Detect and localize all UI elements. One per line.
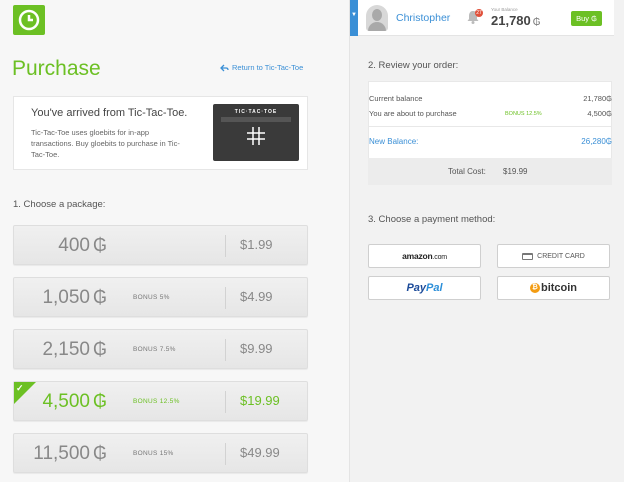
arrived-title: You've arrived from Tic-Tac-Toe. — [31, 107, 188, 119]
gloebit-currency-icon: ₲ — [532, 17, 541, 28]
bitcoin-logo: ₿ bitcoin — [529, 282, 577, 294]
return-link-label: Return to Tic-Tac-Toe — [232, 63, 304, 72]
package-section-label: 1. Choose a package: — [13, 199, 106, 210]
package-option[interactable]: 1,050 ₲ BONUS 5% $4.99 — [13, 277, 308, 317]
notification-badge: 27 — [475, 9, 483, 17]
credit-card-label: CREDIT CARD — [537, 252, 585, 260]
bitcoin-button[interactable]: ₿ bitcoin — [497, 276, 610, 300]
purchase-bonus: BONUS 12.5% — [505, 111, 542, 117]
order-divider — [368, 126, 612, 127]
gloebit-currency-icon: ₲ — [606, 94, 612, 103]
package-bonus: BONUS 5% — [133, 294, 170, 301]
package-option[interactable]: 400 ₲ $1.99 — [13, 225, 308, 265]
username-link[interactable]: Christopher — [396, 12, 450, 24]
gloebit-currency-icon: ₲ — [591, 14, 597, 23]
package-amount: 11,500 ₲ — [33, 443, 107, 464]
gloebit-logo-icon — [18, 9, 40, 31]
package-amount: 4,500 ₲ — [42, 391, 107, 412]
avatar[interactable] — [366, 5, 388, 31]
arrived-description: Tic-Tac-Toe uses gloebits for in-app tra… — [31, 128, 180, 159]
gloebit-currency-icon: ₲ — [92, 287, 107, 307]
current-balance-label: Current balance — [369, 94, 423, 103]
purchase-amount-label: You are about to purchase — [369, 109, 457, 118]
current-balance-value: 21,780₲ — [583, 94, 612, 103]
review-section-label: 2. Review your order: — [368, 60, 459, 71]
gloebit-currency-icon: ₲ — [606, 109, 612, 118]
game-thumbnail-title: TIC·TAC·TOE — [234, 109, 278, 115]
menu-toggle[interactable]: ▼ — [350, 0, 358, 36]
package-amount: 2,150 ₲ — [42, 339, 107, 360]
package-price: $19.99 — [240, 393, 280, 408]
paypal-logo: PayPal — [406, 282, 443, 294]
buy-button[interactable]: Buy ₲ — [571, 11, 602, 26]
balance-label: Your Balance — [491, 7, 518, 12]
balance-value: 21,780 ₲ — [491, 13, 541, 28]
gloebit-currency-icon: ₲ — [92, 339, 107, 359]
package-divider — [225, 235, 226, 257]
package-option[interactable]: 2,150 ₲ BONUS 7.5% $9.99 — [13, 329, 308, 369]
total-cost-value: $19.99 — [503, 167, 528, 176]
package-price: $1.99 — [240, 237, 273, 252]
credit-card-icon — [522, 252, 534, 260]
package-divider — [225, 287, 226, 309]
payment-section-label: 3. Choose a payment method: — [368, 214, 496, 225]
amazon-logo: amazon.com — [402, 251, 447, 261]
gloebit-currency-icon: ₲ — [92, 391, 107, 411]
purchase-panel: Purchase Return to Tic-Tac-Toe You've ar… — [0, 0, 350, 482]
package-bonus: BONUS 7.5% — [133, 346, 176, 353]
credit-card-button[interactable]: CREDIT CARD — [497, 244, 610, 268]
new-balance-label: New Balance: — [369, 137, 419, 146]
game-thumbnail-bar — [221, 117, 291, 122]
page-title: Purchase — [12, 57, 101, 80]
checkmark-icon: ✓ — [16, 383, 24, 393]
package-divider — [225, 443, 226, 465]
gloebit-logo[interactable] — [13, 5, 45, 35]
tic-tac-toe-board-icon — [247, 127, 265, 145]
gloebit-currency-icon: ₲ — [605, 137, 612, 146]
package-amount: 400 ₲ — [58, 235, 107, 256]
return-to-game-link[interactable]: Return to Tic-Tac-Toe — [220, 63, 303, 72]
gloebit-currency-icon: ₲ — [92, 235, 107, 255]
return-arrow-icon — [220, 64, 229, 71]
package-option[interactable]: 11,500 ₲ BONUS 15% $49.99 — [13, 433, 308, 473]
purchase-amount-value: 4,500₲ — [587, 109, 612, 118]
package-amount: 1,050 ₲ — [42, 287, 107, 308]
total-cost-bar — [368, 158, 612, 185]
total-cost-label: Total Cost: — [448, 167, 486, 176]
amazon-pay-button[interactable]: amazon.com — [368, 244, 481, 268]
package-price: $4.99 — [240, 289, 273, 304]
package-price: $9.99 — [240, 341, 273, 356]
paypal-button[interactable]: PayPal — [368, 276, 481, 300]
chevron-down-icon: ▼ — [351, 12, 357, 18]
bitcoin-icon: ₿ — [529, 283, 540, 293]
gloebit-currency-icon: ₲ — [92, 443, 107, 463]
package-divider — [225, 339, 226, 361]
package-bonus: BONUS 12.5% — [133, 398, 180, 405]
package-divider — [225, 391, 226, 413]
game-thumbnail: TIC·TAC·TOE — [213, 104, 299, 161]
package-option-selected[interactable]: ✓ 4,500 ₲ BONUS 12.5% $19.99 — [13, 381, 308, 421]
package-price: $49.99 — [240, 445, 280, 460]
new-balance-value: 26,280₲ — [581, 137, 612, 146]
package-bonus: BONUS 15% — [133, 450, 174, 457]
arrived-from-card: You've arrived from Tic-Tac-Toe. Tic-Tac… — [13, 96, 308, 170]
